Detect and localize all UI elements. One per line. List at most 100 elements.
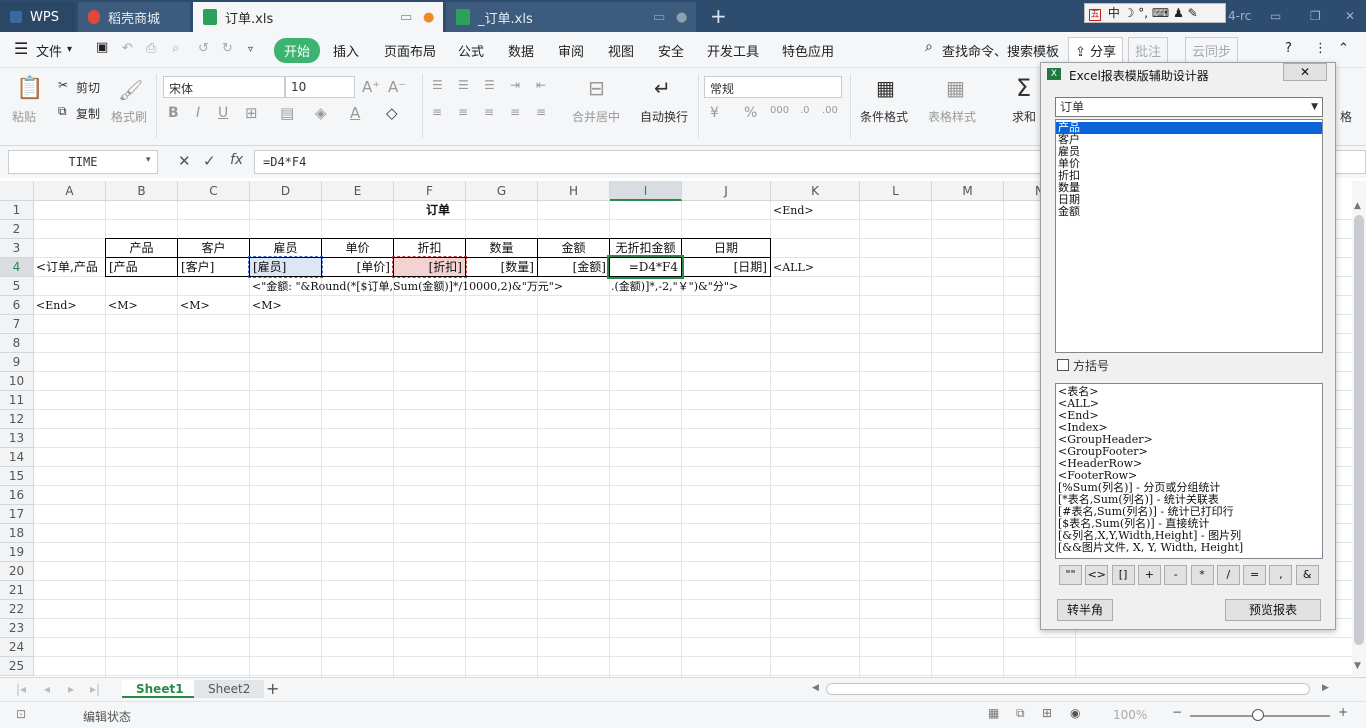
row-header-18[interactable]: 18 <box>0 524 34 543</box>
menu-security[interactable]: 安全 <box>658 41 684 60</box>
symbol-button[interactable]: & <box>1295 565 1319 585</box>
format-painter-icon[interactable]: 🖌 <box>118 78 143 102</box>
tab-order-xls[interactable]: 订单.xls ▭ ● <box>193 2 443 32</box>
column-header-l[interactable]: L <box>860 181 932 201</box>
font-size-select[interactable]: 10 <box>285 76 355 98</box>
row-header-13[interactable]: 13 <box>0 429 34 448</box>
row-header-10[interactable]: 10 <box>0 372 34 391</box>
row-header-16[interactable]: 16 <box>0 486 34 505</box>
cell-i5[interactable]: .(金额)]*,-2,"￥")&"分"> <box>611 277 738 296</box>
row-header-12[interactable]: 12 <box>0 410 34 429</box>
field-list-item[interactable]: 数量 <box>1056 182 1322 194</box>
align-right-icon[interactable]: ≡ <box>484 105 494 119</box>
comment-button[interactable]: 批注 <box>1128 37 1169 64</box>
symbol-button[interactable]: , <box>1269 565 1293 585</box>
column-header-j[interactable]: J <box>682 181 771 201</box>
header-cell[interactable]: 雇员 <box>249 238 322 258</box>
snippet-list[interactable]: <表名> <ALL> <End> <Index> <GroupHeader> <Group… <box>1055 383 1323 559</box>
tab-wps[interactable]: WPS <box>0 2 75 32</box>
bracket-checkbox-label[interactable]: 方括号 <box>1073 357 1109 374</box>
row-header-22[interactable]: 22 <box>0 600 34 619</box>
confirm-icon[interactable]: ✓ <box>203 152 216 170</box>
page-break-icon[interactable]: ⊞ <box>1042 706 1052 720</box>
symbol-button[interactable]: - <box>1164 565 1188 585</box>
symbol-button[interactable]: <> <box>1085 565 1109 585</box>
italic-icon[interactable]: I <box>196 105 200 121</box>
column-header-k[interactable]: K <box>771 181 860 201</box>
format-painter-label[interactable]: 格式刷 <box>111 108 147 125</box>
bold-icon[interactable]: B <box>168 105 179 121</box>
row-header-2[interactable]: 2 <box>0 220 34 239</box>
punct-icon[interactable]: °, <box>1138 6 1148 20</box>
merge-icon[interactable]: ⊟ <box>588 76 605 100</box>
select-all-corner[interactable] <box>0 181 34 201</box>
row-header-8[interactable]: 8 <box>0 334 34 353</box>
symbol-button[interactable]: [] <box>1111 565 1135 585</box>
paste-icon[interactable]: 📋 <box>16 76 43 101</box>
close-dot-icon[interactable]: ● <box>676 10 687 25</box>
vertical-scrollbar[interactable]: ▲ ▼ <box>1352 181 1366 677</box>
command-search[interactable]: 查找命令、搜索模板 <box>942 41 1059 60</box>
add-sheet-icon[interactable]: + <box>266 679 279 698</box>
field-list-item[interactable]: 客户 <box>1056 134 1322 146</box>
column-header-e[interactable]: E <box>322 181 394 201</box>
header-cell[interactable]: 金额 <box>537 238 610 258</box>
merge-label[interactable]: 合并居中 <box>572 108 620 125</box>
pin-icon[interactable]: ▭ <box>653 10 665 25</box>
distribute-icon[interactable]: ≡ <box>536 105 546 119</box>
restore-icon[interactable]: ▭ <box>1270 9 1281 23</box>
border-icon[interactable]: ⊞ <box>245 104 258 122</box>
menu-formula[interactable]: 公式 <box>458 41 484 60</box>
thousands-icon[interactable]: 000 <box>770 105 789 116</box>
row-header-23[interactable]: 23 <box>0 619 34 638</box>
symbol-button[interactable]: / <box>1216 565 1240 585</box>
increase-decimal-icon[interactable]: .0 <box>800 105 810 116</box>
scroll-up-icon[interactable]: ▲ <box>1354 201 1361 211</box>
scroll-thumb[interactable] <box>1354 215 1364 645</box>
undo-history-icon[interactable]: ↶ <box>122 41 133 56</box>
eye-protection-icon[interactable]: ◉ <box>1070 706 1080 720</box>
preview-report-button[interactable]: 预览报表 <box>1225 599 1321 621</box>
column-header-d[interactable]: D <box>250 181 322 201</box>
cell-k4[interactable]: <ALL> <box>773 258 814 277</box>
shrink-font-icon[interactable]: A⁻ <box>388 78 406 96</box>
underline-icon[interactable]: U <box>218 105 228 121</box>
field-list-item[interactable]: 折扣 <box>1056 170 1322 182</box>
row-header-9[interactable]: 9 <box>0 353 34 372</box>
field-list-item[interactable]: 日期 <box>1056 194 1322 206</box>
justify-icon[interactable]: ≡ <box>510 105 520 119</box>
zoom-slider-thumb[interactable] <box>1252 709 1264 721</box>
data-template-cell[interactable]: =D4*F4 <box>607 255 684 279</box>
snippet-list-item[interactable]: [&&图片文件, X, Y, Width, Height] <box>1056 542 1322 554</box>
menu-view[interactable]: 视图 <box>608 41 634 60</box>
row-header-14[interactable]: 14 <box>0 448 34 467</box>
row-header-15[interactable]: 15 <box>0 467 34 486</box>
collapse-ribbon-icon[interactable]: ⌃ <box>1338 41 1349 56</box>
menu-developer[interactable]: 开发工具 <box>707 41 759 60</box>
sheet-tab-2[interactable]: Sheet2 <box>194 680 265 698</box>
more-options-icon[interactable]: ⋮ <box>1314 41 1327 56</box>
column-header-i[interactable]: I <box>610 181 682 201</box>
cell-d6[interactable]: <M> <box>252 296 282 315</box>
grow-font-icon[interactable]: A⁺ <box>362 78 380 96</box>
column-header-b[interactable]: B <box>106 181 178 201</box>
search-icon[interactable]: ⌕ <box>925 39 933 55</box>
fill-style-icon[interactable]: ▤ <box>280 104 294 122</box>
column-header-c[interactable]: C <box>178 181 250 201</box>
name-box-dropdown-icon[interactable]: ▾ <box>146 155 151 165</box>
conditional-format-label[interactable]: 条件格式 <box>860 108 908 125</box>
maximize-icon[interactable]: ❐ <box>1310 9 1321 23</box>
pin-icon[interactable]: ▭ <box>400 10 412 25</box>
zoom-out-icon[interactable]: − <box>1172 705 1182 719</box>
indent-icon[interactable]: ⇥ <box>510 78 520 92</box>
field-list-item[interactable]: 产品 <box>1056 122 1322 134</box>
paste-label[interactable]: 粘贴 <box>12 108 36 125</box>
macro-icon[interactable]: ⊡ <box>16 707 26 721</box>
more-icon[interactable]: ▿ <box>248 44 253 55</box>
menu-special[interactable]: 特色应用 <box>782 41 834 60</box>
cell-title[interactable]: 订单 <box>394 201 482 220</box>
column-header-h[interactable]: H <box>538 181 610 201</box>
font-name-select[interactable]: 宋体 <box>163 76 285 98</box>
header-cell[interactable]: 数量 <box>465 238 538 258</box>
data-template-cell[interactable]: [客户] <box>177 257 250 277</box>
